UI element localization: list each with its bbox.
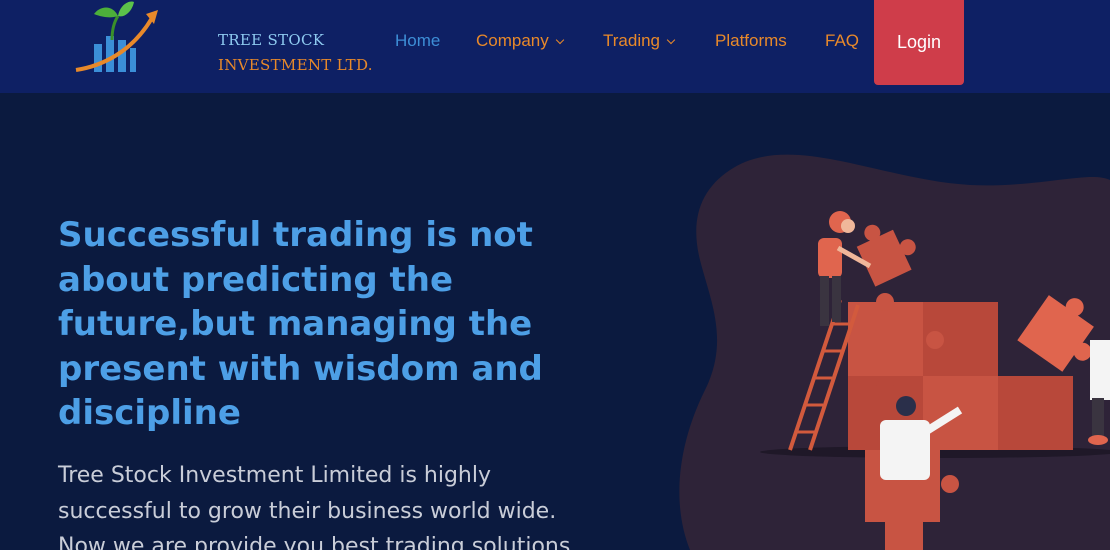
- chevron-down-icon: [555, 35, 565, 44]
- nav-faq-label: FAQ: [825, 31, 860, 50]
- chevron-down-icon: [666, 35, 676, 44]
- nav-home[interactable]: Home: [395, 31, 440, 51]
- nav-trading[interactable]: Trading: [603, 31, 676, 51]
- brand-line-1: TREE STOCK: [218, 31, 325, 49]
- nav-trading-label: Trading: [603, 31, 661, 50]
- brand-line-2: INVESTMENT LTD.: [218, 56, 373, 74]
- nav-company[interactable]: Company: [476, 31, 565, 51]
- login-button[interactable]: Login: [874, 0, 964, 85]
- nav-platforms-label: Platforms: [715, 31, 787, 50]
- nav-platforms[interactable]: Platforms: [715, 31, 787, 51]
- nav-faq[interactable]: FAQ: [825, 31, 859, 51]
- login-label: Login: [896, 32, 942, 52]
- brand-logo[interactable]: TREE STOCK INVESTMENT LTD.: [72, 0, 373, 80]
- nav-company-label: Company: [476, 31, 549, 50]
- hero-title: Successful trading is not about predicti…: [58, 215, 543, 433]
- puzzle-teamwork-illustration: [679, 154, 1110, 550]
- hero-description: Tree Stock Investment Limited is highly …: [58, 463, 571, 550]
- nav-home-label: Home: [395, 31, 441, 50]
- navbar: TREE STOCK INVESTMENT LTD. Home Company …: [0, 0, 1110, 93]
- hero-illustration: [670, 140, 1110, 550]
